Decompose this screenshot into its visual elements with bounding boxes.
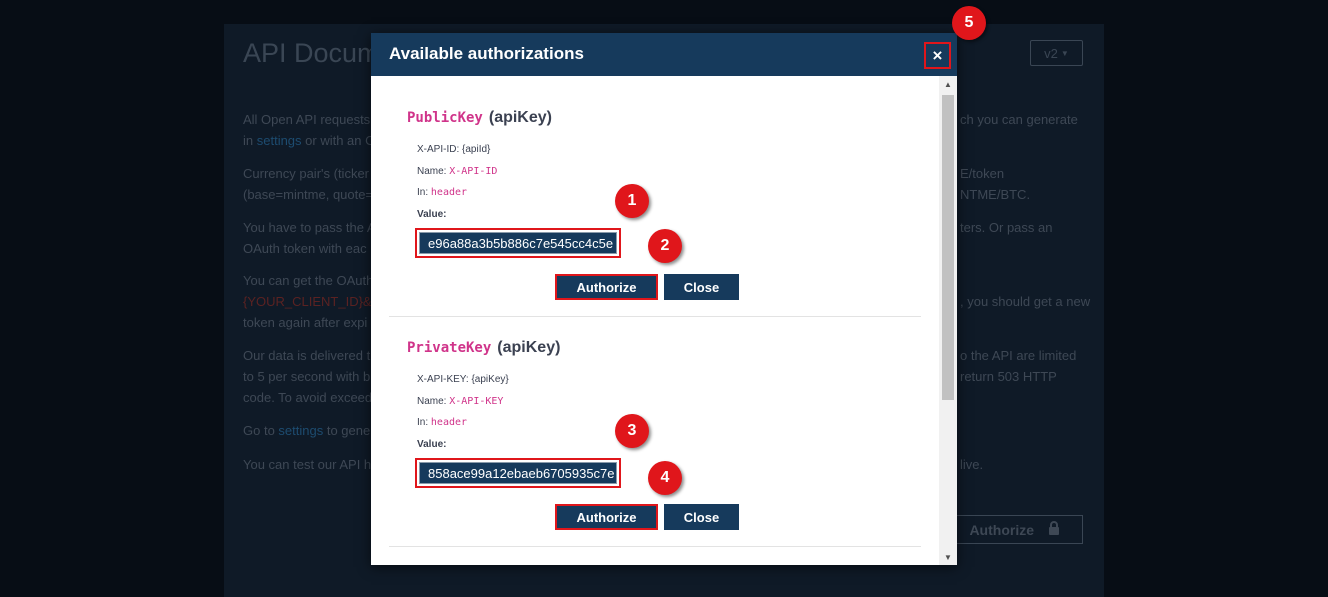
value-label: Value:	[417, 209, 447, 220]
scroll-up-arrow-icon[interactable]: ▲	[939, 76, 957, 92]
section-divider	[389, 316, 921, 317]
modal-title: Available authorizations	[389, 44, 584, 63]
version-label: v2	[1044, 45, 1058, 61]
key-type: (apiKey)	[497, 339, 561, 356]
caret-down-icon: ▼	[1060, 48, 1069, 58]
modal-scrollbar[interactable]: ▲ ▼	[939, 76, 957, 565]
close-button[interactable]: Close	[664, 504, 739, 530]
page-title: API Docum	[243, 38, 380, 68]
authorize-button[interactable]: Authorize	[555, 504, 658, 530]
authorize-button[interactable]: Authorize	[555, 274, 658, 300]
section-divider	[389, 546, 921, 547]
key-name: PublicKey	[407, 110, 483, 126]
version-select[interactable]: v2 ▼	[1030, 40, 1083, 66]
close-modal-button[interactable]: ×	[924, 42, 951, 69]
settings-link[interactable]: settings	[257, 133, 302, 148]
name-line: Name: X-API-ID	[417, 166, 498, 177]
scrollbar-thumb[interactable]	[942, 95, 954, 400]
close-button[interactable]: Close	[664, 274, 739, 300]
step-badge-2: 2	[648, 229, 682, 263]
header-line: X-API-ID: {apiId}	[417, 144, 491, 155]
section-heading: PublicKey (apiKey)	[407, 109, 552, 127]
authorize-button[interactable]: Authorize	[944, 515, 1083, 544]
step-badge-3: 3	[615, 414, 649, 448]
lock-icon	[1048, 521, 1060, 538]
in-line: In: header	[417, 187, 468, 198]
scroll-down-arrow-icon[interactable]: ▼	[939, 549, 957, 565]
modal-header: Available authorizations ×	[371, 33, 957, 76]
step-badge-1: 1	[615, 184, 649, 218]
public-key-value[interactable]: e96a88a3b5b886c7e545cc4c5e	[419, 232, 617, 254]
key-name: PrivateKey	[407, 340, 492, 356]
close-icon: ×	[932, 45, 943, 65]
public-key-value-input[interactable]: e96a88a3b5b886c7e545cc4c5e	[415, 228, 621, 258]
step-badge-5: 5	[952, 6, 986, 40]
key-type: (apiKey)	[488, 109, 552, 126]
header-line: X-API-KEY: {apiKey}	[417, 374, 509, 385]
in-line: In: header	[417, 417, 468, 428]
private-key-value-input[interactable]: 858ace99a12ebaeb6705935c7e	[415, 458, 621, 488]
private-key-value[interactable]: 858ace99a12ebaeb6705935c7e	[419, 462, 617, 484]
section-heading: PrivateKey (apiKey)	[407, 339, 560, 357]
name-line: Name: X-API-KEY	[417, 396, 504, 407]
step-badge-4: 4	[648, 461, 682, 495]
value-label: Value:	[417, 439, 447, 450]
settings-link[interactable]: settings	[278, 423, 323, 438]
